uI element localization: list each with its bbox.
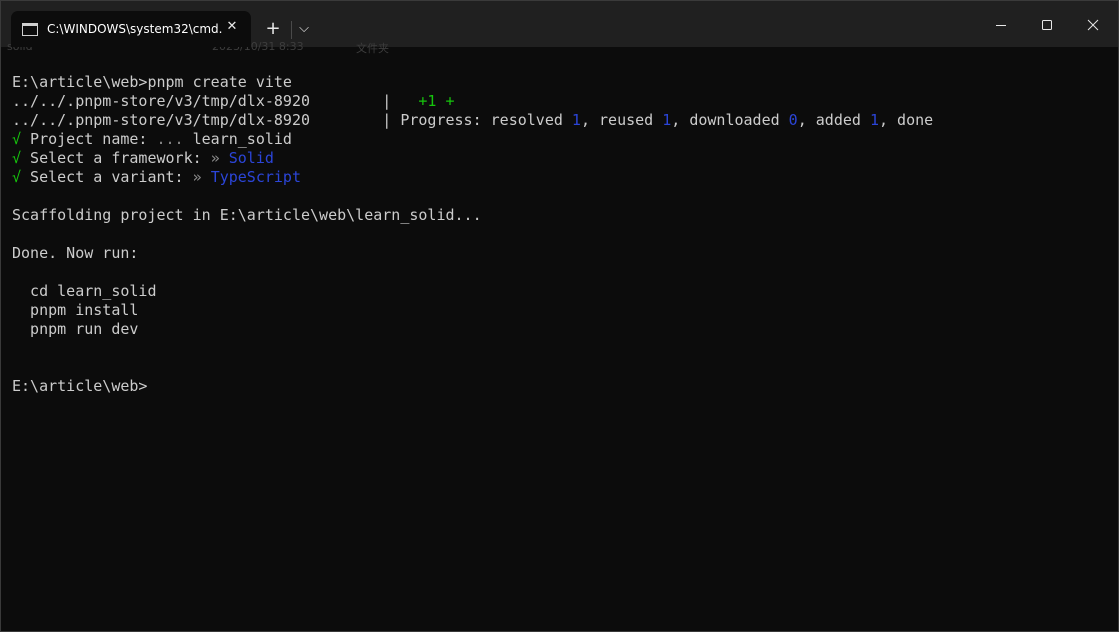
terminal-output[interactable]: E:\article\web>pnpm create vite ../../.p… xyxy=(12,73,933,396)
answer-framework: Solid xyxy=(228,149,274,167)
maximize-button[interactable] xyxy=(1024,5,1070,45)
question-separator: ... xyxy=(156,130,193,148)
check-icon: √ xyxy=(12,130,22,148)
question-separator: » xyxy=(210,149,229,167)
downloaded-count: 0 xyxy=(788,111,798,129)
store-path: ../../.pnpm-store/v3/tmp/dlx-8920 xyxy=(12,92,311,110)
tab-separator xyxy=(291,21,292,39)
added-indicator: +1 + xyxy=(418,92,455,110)
question-variant: Select a variant: xyxy=(21,168,193,186)
cmd-icon xyxy=(22,23,38,36)
progress-label: Progress: resolved xyxy=(400,111,572,129)
new-tab-button[interactable]: + xyxy=(262,18,284,40)
tab-title: C:\WINDOWS\system32\cmd. xyxy=(47,22,223,36)
close-button[interactable] xyxy=(1070,5,1116,45)
column-separator: | xyxy=(310,92,419,110)
background-folder-type: 文件夹 xyxy=(356,42,389,55)
tab-cmd[interactable]: C:\WINDOWS\system32\cmd. ✕ xyxy=(11,11,251,47)
minimize-button[interactable] xyxy=(978,5,1024,45)
command-line: E:\article\web>pnpm create vite xyxy=(12,73,292,91)
instruction-install: pnpm install xyxy=(12,301,139,319)
reused-label: , reused xyxy=(580,111,663,129)
terminal-window: solid 2023/10/31 8:33 文件夹 C:\WINDOWS\sys… xyxy=(0,0,1119,632)
column-separator: | xyxy=(310,111,401,129)
resolved-count: 1 xyxy=(571,111,581,129)
answer-project-name: learn_solid xyxy=(192,130,292,148)
answer-variant: TypeScript xyxy=(210,168,301,186)
tab-close-icon[interactable]: ✕ xyxy=(223,18,241,36)
minimize-icon xyxy=(996,25,1006,26)
tab-dropdown-button[interactable]: ⌵ xyxy=(293,18,315,40)
added-label: , added xyxy=(797,111,870,129)
done-label: , done xyxy=(878,111,934,129)
instruction-cd: cd learn_solid xyxy=(12,282,157,300)
check-icon: √ xyxy=(12,168,22,186)
maximize-icon xyxy=(1042,20,1052,30)
question-project-name: Project name: xyxy=(21,130,157,148)
downloaded-label: , downloaded xyxy=(671,111,789,129)
title-bar[interactable]: solid 2023/10/31 8:33 文件夹 C:\WINDOWS\sys… xyxy=(1,1,1118,55)
command-prompt[interactable]: E:\article\web> xyxy=(12,377,147,395)
question-framework: Select a framework: xyxy=(21,149,211,167)
added-count: 1 xyxy=(869,111,879,129)
instruction-dev: pnpm run dev xyxy=(12,320,139,338)
check-icon: √ xyxy=(12,149,22,167)
scaffolding-message: Scaffolding project in E:\article\web\le… xyxy=(12,206,482,224)
close-icon xyxy=(1087,19,1099,31)
question-separator: » xyxy=(192,168,211,186)
store-path: ../../.pnpm-store/v3/tmp/dlx-8920 xyxy=(12,111,311,129)
reused-count: 1 xyxy=(662,111,672,129)
done-message: Done. Now run: xyxy=(12,244,139,262)
